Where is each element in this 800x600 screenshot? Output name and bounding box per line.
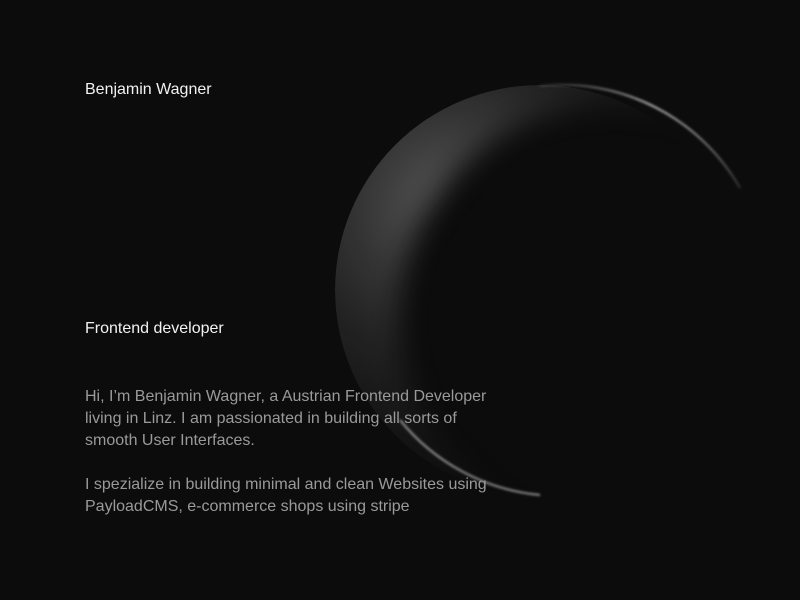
bio-paragraph-specialization: I spezialize in building minimal and cle…: [85, 476, 487, 515]
bio-paragraph-intro: Hi, I’m Benjamin Wagner, a Austrian Fron…: [85, 388, 487, 449]
bio-section: Hi, I’m Benjamin Wagner, a Austrian Fron…: [85, 386, 505, 540]
job-title: Frontend developer: [85, 320, 224, 337]
site-owner-name: Benjamin Wagner: [85, 81, 212, 98]
